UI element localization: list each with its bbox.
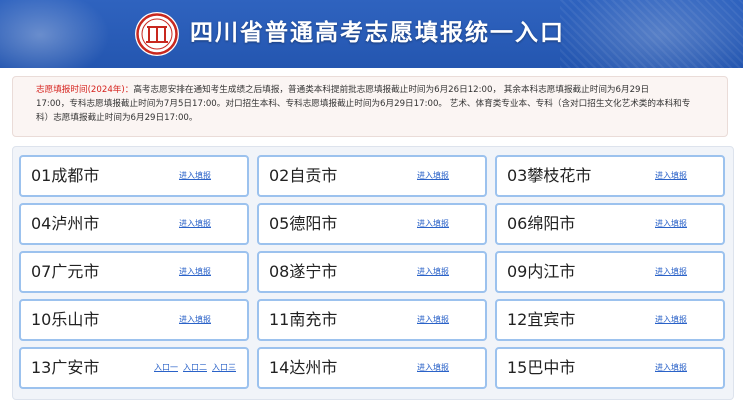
city-name: 14达州市: [269, 358, 338, 377]
city-name: 06绵阳市: [507, 214, 576, 233]
city-name: 04泸州市: [31, 214, 100, 233]
city-card[interactable]: 02自贡市 进入填报: [257, 155, 487, 197]
city-name: 08遂宁市: [269, 262, 338, 281]
city-name: 05德阳市: [269, 214, 338, 233]
enter-fill-link[interactable]: 进入填报: [655, 157, 687, 195]
city-card[interactable]: 15巴中市 进入填报: [495, 347, 725, 389]
enter-fill-link[interactable]: 进入填报: [417, 157, 449, 195]
header-glow-left: [0, 0, 110, 68]
city-card[interactable]: 13广安市 入口一 入口二 入口三: [19, 347, 249, 389]
header-pattern: [560, 0, 743, 68]
enter-fill-link[interactable]: 进入填报: [417, 349, 449, 387]
notice-line-3: 科）志愿填报截止时间为6月29日17:00。: [36, 113, 198, 123]
city-card[interactable]: 01成都市 进入填报: [19, 155, 249, 197]
city-name: 03攀枝花市: [507, 166, 592, 185]
city-card[interactable]: 04泸州市 进入填报: [19, 203, 249, 245]
notice-line-1: 志愿填报时间(2024年)：高考志愿安排在通知考生成绩之后填报，普通类本科提前批…: [36, 85, 650, 95]
enter-fill-link[interactable]: 进入填报: [179, 157, 211, 195]
enter-fill-link[interactable]: 进入填报: [417, 253, 449, 291]
city-name: 02自贡市: [269, 166, 338, 185]
enter-fill-link[interactable]: 进入填报: [179, 253, 211, 291]
city-name: 12宜宾市: [507, 310, 576, 329]
enter-fill-link[interactable]: 进入填报: [655, 205, 687, 243]
entry-link-1[interactable]: 入口一: [154, 349, 178, 387]
city-card[interactable]: 03攀枝花市 进入填报: [495, 155, 725, 197]
city-card[interactable]: 11南充市 进入填报: [257, 299, 487, 341]
university-seal-icon: [135, 12, 179, 56]
city-card[interactable]: 06绵阳市 进入填报: [495, 203, 725, 245]
enter-fill-link[interactable]: 进入填报: [179, 205, 211, 243]
city-card[interactable]: 14达州市 进入填报: [257, 347, 487, 389]
enter-fill-link[interactable]: 进入填报: [655, 253, 687, 291]
city-card[interactable]: 05德阳市 进入填报: [257, 203, 487, 245]
enter-fill-link[interactable]: 进入填报: [655, 349, 687, 387]
entry-link-3[interactable]: 入口三: [212, 349, 236, 387]
enter-fill-link[interactable]: 进入填报: [655, 301, 687, 339]
city-name: 01成都市: [31, 166, 100, 185]
city-card[interactable]: 10乐山市 进入填报: [19, 299, 249, 341]
city-name: 11南充市: [269, 310, 338, 329]
notice-box: 志愿填报时间(2024年)：高考志愿安排在通知考生成绩之后填报，普通类本科提前批…: [12, 76, 728, 137]
notice-label: 志愿填报时间(2024年)：: [36, 85, 134, 95]
entry-link-2[interactable]: 入口二: [183, 349, 207, 387]
enter-fill-link[interactable]: 进入填报: [417, 301, 449, 339]
city-card[interactable]: 09内江市 进入填报: [495, 251, 725, 293]
city-name: 10乐山市: [31, 310, 100, 329]
city-name: 13广安市: [31, 358, 100, 377]
notice-line-2: 17:00，专科志愿填报截止时间为7月5日17:00。对口招生本科、专科志愿填报…: [36, 99, 691, 109]
enter-fill-link[interactable]: 进入填报: [417, 205, 449, 243]
enter-fill-link[interactable]: 进入填报: [179, 301, 211, 339]
city-name: 09内江市: [507, 262, 576, 281]
city-name: 15巴中市: [507, 358, 576, 377]
site-title: 四川省普通高考志愿填报统一入口: [190, 20, 565, 46]
site-header: 四川省普通高考志愿填报统一入口: [0, 0, 743, 68]
city-grid: 01成都市 进入填报 02自贡市 进入填报 03攀枝花市 进入填报 04泸州市 进入填报 05德…: [12, 146, 734, 400]
city-card[interactable]: 07广元市 进入填报: [19, 251, 249, 293]
city-card[interactable]: 12宜宾市 进入填报: [495, 299, 725, 341]
city-card[interactable]: 08遂宁市 进入填报: [257, 251, 487, 293]
city-name: 07广元市: [31, 262, 100, 281]
